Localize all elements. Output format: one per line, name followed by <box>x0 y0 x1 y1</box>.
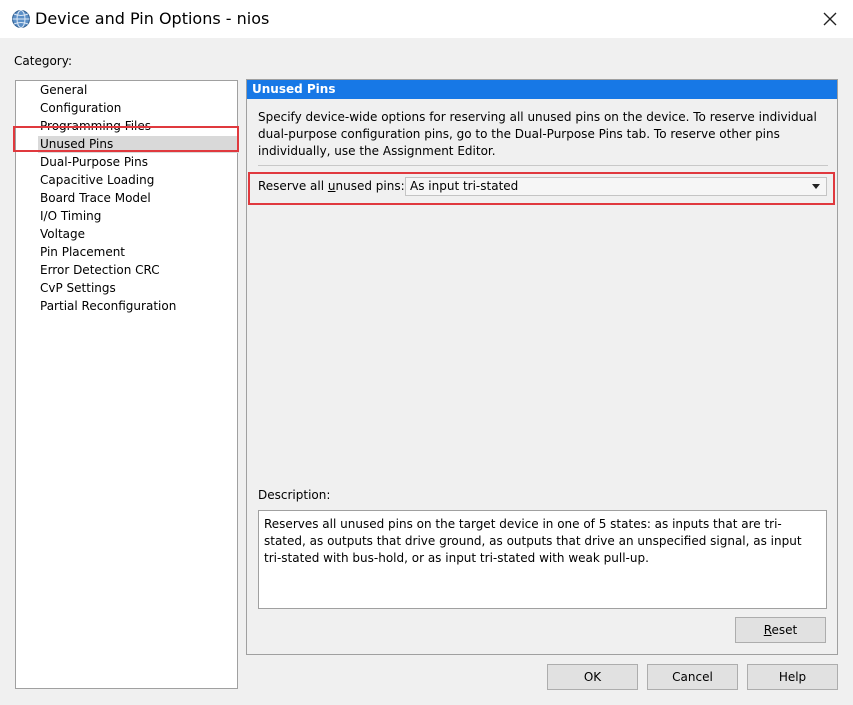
category-item-pin-placement[interactable]: Pin Placement <box>38 244 127 261</box>
close-icon[interactable] <box>818 7 842 31</box>
ok-button[interactable]: OK <box>547 664 638 690</box>
category-item-programming-files[interactable]: Programming Files <box>38 118 153 135</box>
category-item-voltage[interactable]: Voltage <box>38 226 87 243</box>
category-label: Category: <box>14 54 72 68</box>
reserve-unused-pins-dropdown[interactable]: As input tri-stated <box>405 177 827 196</box>
reset-label: eset <box>771 623 798 637</box>
category-item-capacitive-loading[interactable]: Capacitive Loading <box>38 172 156 189</box>
category-item-unused-pins[interactable]: Unused Pins <box>38 136 239 153</box>
quartus-globe-icon <box>11 9 31 29</box>
reserve-label-part: Reserve all <box>258 179 328 193</box>
category-item-configuration[interactable]: Configuration <box>38 100 123 117</box>
dropdown-value: As input tri-stated <box>410 179 519 193</box>
dropdown-arrow-icon[interactable] <box>812 184 820 189</box>
reserve-unused-pins-label: Reserve all unused pins: <box>258 179 405 193</box>
window-title: Device and Pin Options - nios <box>35 9 270 28</box>
panel-header: Unused Pins <box>247 80 837 99</box>
reserve-label-mnemonic: u <box>327 179 336 193</box>
category-item-error-detection-crc[interactable]: Error Detection CRC <box>38 262 162 279</box>
description-text-box: Reserves all unused pins on the target d… <box>258 510 827 609</box>
category-item-dual-purpose-pins[interactable]: Dual-Purpose Pins <box>38 154 150 171</box>
category-tree[interactable]: General Configuration Programming Files … <box>15 80 239 689</box>
category-item-cvp-settings[interactable]: CvP Settings <box>38 280 118 297</box>
description-label: Description: <box>258 488 331 502</box>
reserve-label-part: nused pins: <box>335 179 405 193</box>
reset-button[interactable]: Reset <box>735 617 826 643</box>
unused-pins-panel: Unused Pins Specify device-wide options … <box>246 79 838 655</box>
panel-intro-text: Specify device-wide options for reservin… <box>258 110 817 158</box>
category-item-general[interactable]: General <box>38 82 89 99</box>
separator <box>258 165 828 166</box>
category-item-board-trace-model[interactable]: Board Trace Model <box>38 190 153 207</box>
title-bar: Device and Pin Options - nios <box>0 0 853 38</box>
category-item-io-timing[interactable]: I/O Timing <box>38 208 103 225</box>
category-item-partial-reconfiguration[interactable]: Partial Reconfiguration <box>38 298 178 315</box>
reset-mnemonic: R <box>763 623 772 637</box>
help-button[interactable]: Help <box>747 664 838 690</box>
cancel-button[interactable]: Cancel <box>647 664 738 690</box>
